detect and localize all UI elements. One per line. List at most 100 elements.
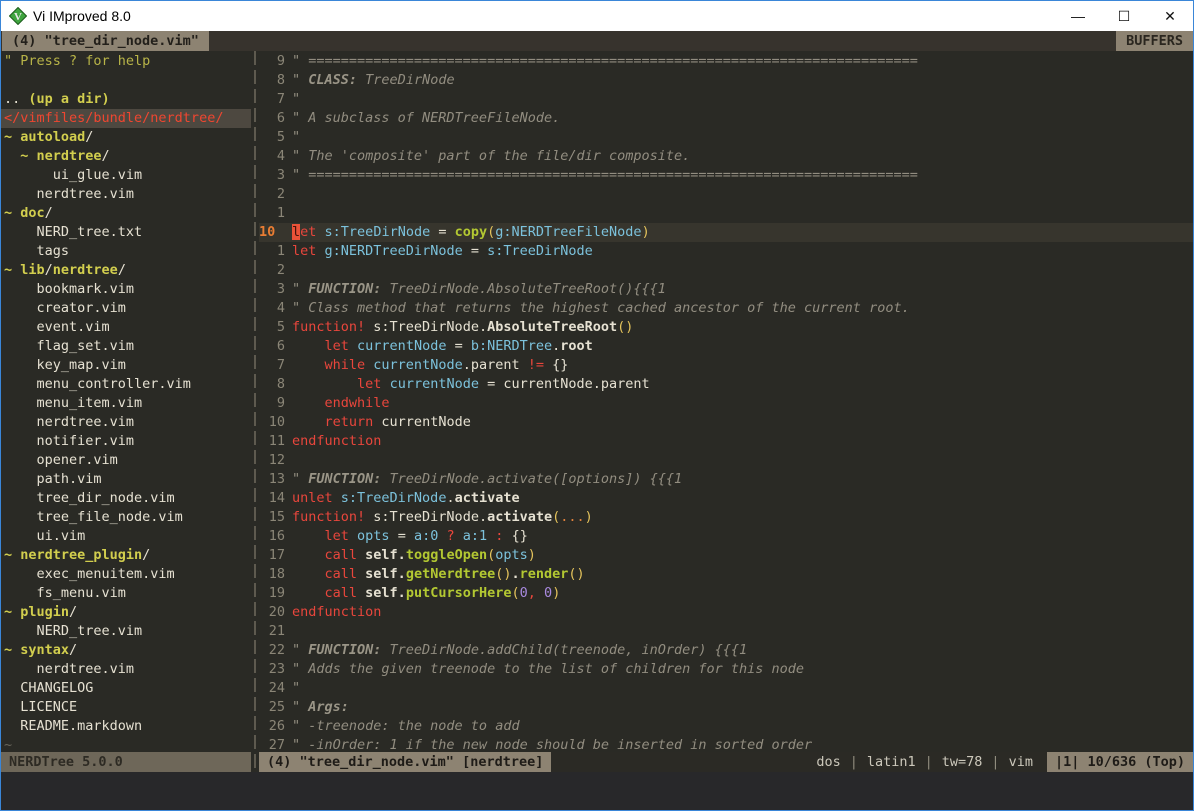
code-line[interactable]: 2 [259,261,1193,280]
code-line[interactable]: 9 endwhile [259,394,1193,413]
line-text: " [292,90,300,109]
window-separator[interactable] [251,51,259,772]
code-line[interactable]: 6 let currentNode = b:NERDTree.root [259,337,1193,356]
code-line[interactable]: 2 [259,185,1193,204]
tree-item[interactable]: ~ plugin/ [1,603,251,622]
tree-item[interactable]: menu_item.vim [1,394,251,413]
code-line[interactable]: 27" -inOrder: 1 if the new node should b… [259,736,1193,752]
code-line[interactable]: 3" FUNCTION: TreeDirNode.AbsoluteTreeRoo… [259,280,1193,299]
code-line[interactable]: 19 call self.putCursorHere(0, 0) [259,584,1193,603]
tree-item[interactable]: ~ doc/ [1,204,251,223]
code-line[interactable]: 17 call self.toggleOpen(opts) [259,546,1193,565]
maximize-button[interactable]: ☐ [1101,1,1147,31]
tree-item[interactable]: key_map.vim [1,356,251,375]
code-line[interactable]: 5function! s:TreeDirNode.AbsoluteTreeRoo… [259,318,1193,337]
tree-item[interactable]: tags [1,242,251,261]
code-token: 0 [544,585,552,601]
tree-item[interactable]: ~ lib/nerdtree/ [1,261,251,280]
minimize-button[interactable]: — [1055,1,1101,31]
code-line[interactable]: 24" [259,679,1193,698]
tree-item[interactable]: bookmark.vim [1,280,251,299]
command-line[interactable] [1,772,1193,810]
tree-item[interactable]: CHANGELOG [1,679,251,698]
tree-item[interactable]: ~ [1,736,251,752]
code-token: ~ lib [4,261,45,280]
tree-root-item[interactable]: </vimfiles/bundle/nerdtree/ [1,109,251,128]
code-line[interactable]: 1 [259,204,1193,223]
line-number: 16 [259,527,285,546]
code-token: b:NERDTree [471,338,552,354]
tree-item[interactable]: ~ syntax/ [1,641,251,660]
tree-item[interactable]: ~ nerdtree_plugin/ [1,546,251,565]
tree-item[interactable]: notifier.vim [1,432,251,451]
code-line[interactable]: 20endfunction [259,603,1193,622]
code-line[interactable]: 4" The 'composite' part of the file/dir … [259,147,1193,166]
code-token: ? [446,528,454,544]
tree-item[interactable]: flag_set.vim [1,337,251,356]
code-line[interactable]: 14unlet s:TreeDirNode.activate [259,489,1193,508]
tree-item[interactable]: ui_glue.vim [1,166,251,185]
code-line[interactable]: 7" [259,90,1193,109]
tree-item[interactable]: " Press ? for help [1,52,251,71]
separator-dashes [254,51,256,772]
code-line[interactable]: 3" =====================================… [259,166,1193,185]
tree-item[interactable]: .. (up a dir) [1,90,251,109]
statusline-filename: (4) "tree_dir_node.vim" [nerdtree] [259,752,551,772]
code-line[interactable]: 11endfunction [259,432,1193,451]
svg-text:V: V [14,11,22,23]
code-line[interactable]: 8 let currentNode = currentNode.parent [259,375,1193,394]
code-token: " [292,642,308,658]
code-line[interactable]: 7 while currentNode.parent != {} [259,356,1193,375]
code-line[interactable]: 1let g:NERDTreeDirNode = s:TreeDirNode [259,242,1193,261]
tree-item[interactable]: event.vim [1,318,251,337]
tree-item[interactable]: tree_dir_node.vim [1,489,251,508]
tree-item[interactable]: ~ nerdtree/ [1,147,251,166]
tree-item[interactable]: NERD_tree.vim [1,622,251,641]
tree-item[interactable]: README.markdown [1,717,251,736]
code-line[interactable]: 9" =====================================… [259,52,1193,71]
line-number: 24 [259,679,285,698]
code-token: = [463,243,487,259]
code-line[interactable]: 18 call self.getNerdtree().render() [259,565,1193,584]
code-line[interactable]: 23" Adds the given treenode to the list … [259,660,1193,679]
line-text: function! s:TreeDirNode.activate(...) [292,508,593,527]
nerdtree-tree: " Press ? for help .. (up a dir)</vimfile… [1,51,251,752]
line-text: " Class method that returns the highest … [292,299,910,318]
tree-item[interactable]: menu_controller.vim [1,375,251,394]
tree-item[interactable]: nerdtree.vim [1,413,251,432]
code-line[interactable]: 15function! s:TreeDirNode.activate(...) [259,508,1193,527]
code-line[interactable]: 12 [259,451,1193,470]
tree-item[interactable]: creator.vim [1,299,251,318]
tree-item[interactable]: opener.vim [1,451,251,470]
code-token: ~ syntax [4,641,69,660]
code-token: CLASS: [308,72,357,88]
tree-item[interactable]: ~ autoload/ [1,128,251,147]
code-line[interactable]: 16 let opts = a:0 ? a:1 : {} [259,527,1193,546]
close-button[interactable]: ✕ [1147,1,1193,31]
tree-item[interactable]: exec_menuitem.vim [1,565,251,584]
code-token: " ======================================… [292,167,918,183]
code-line[interactable]: 4" Class method that returns the highest… [259,299,1193,318]
line-text: " Args: [292,698,349,717]
code-line[interactable]: 13" FUNCTION: TreeDirNode.activate([opti… [259,470,1193,489]
code-line-cursor[interactable]: 10let s:TreeDirNode = copy(g:NERDTreeFil… [259,223,1193,242]
tree-item[interactable]: nerdtree.vim [1,185,251,204]
tree-item[interactable]: path.vim [1,470,251,489]
tab-tree-dir-node[interactable]: (4) "tree_dir_node.vim" [2,31,209,51]
tree-item[interactable]: tree_file_node.vim [1,508,251,527]
code-line[interactable]: 10 return currentNode [259,413,1193,432]
code-line[interactable]: 6" A subclass of NERDTreeFileNode. [259,109,1193,128]
tree-item[interactable]: NERD_tree.txt [1,223,251,242]
statusline-separator: | [841,752,867,772]
code-line[interactable]: 21 [259,622,1193,641]
buffers-tab[interactable]: BUFFERS [1116,31,1193,51]
code-line[interactable]: 25" Args: [259,698,1193,717]
tree-item[interactable]: nerdtree.vim [1,660,251,679]
tree-item[interactable]: LICENCE [1,698,251,717]
tree-item[interactable]: fs_menu.vim [1,584,251,603]
code-line[interactable]: 22" FUNCTION: TreeDirNode.addChild(treen… [259,641,1193,660]
code-line[interactable]: 5" [259,128,1193,147]
code-line[interactable]: 26" -treenode: the node to add [259,717,1193,736]
tree-item[interactable]: ui.vim [1,527,251,546]
code-line[interactable]: 8" CLASS: TreeDirNode [259,71,1193,90]
